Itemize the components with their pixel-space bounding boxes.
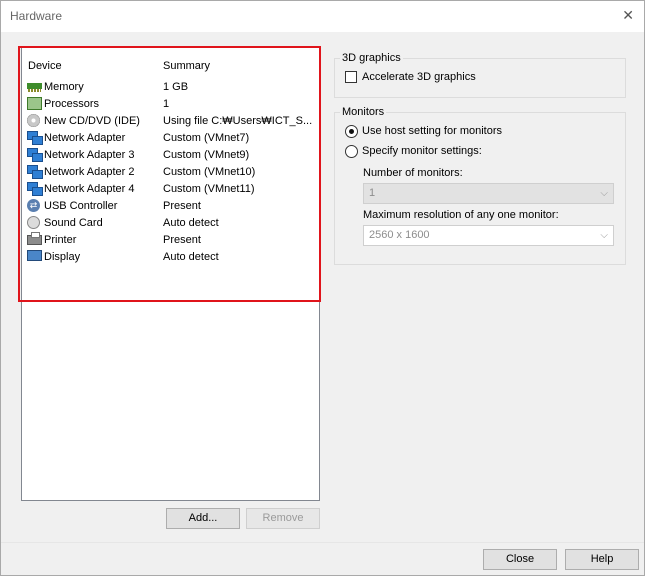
device-name: Network Adapter 3 [44, 149, 135, 161]
column-header-summary[interactable]: Summary [163, 60, 210, 72]
device-row-memory[interactable]: Memory 1 GB [22, 79, 317, 96]
device-summary: Custom (VMnet11) [163, 183, 255, 195]
device-row-network-adapter-2[interactable]: Network Adapter 2 Custom (VMnet10) [22, 164, 317, 181]
device-name: Memory [44, 81, 84, 93]
device-summary: Auto detect [163, 217, 219, 229]
number-of-monitors-label: Number of monitors: [363, 167, 463, 179]
number-of-monitors-select[interactable]: 1 ⌵ [363, 183, 614, 204]
device-summary: 1 GB [163, 81, 189, 93]
network-adapter-icon [27, 148, 43, 162]
display-icon [27, 250, 42, 261]
chevron-down-icon: ⌵ [600, 188, 608, 199]
specify-settings-label[interactable]: Specify monitor settings: [362, 145, 482, 157]
accelerate-3d-label[interactable]: Accelerate 3D graphics [362, 71, 476, 83]
device-summary: Custom (VMnet10) [163, 166, 256, 178]
network-adapter-icon [27, 131, 43, 145]
device-summary: Auto detect [163, 251, 219, 263]
specify-settings-radio[interactable] [345, 145, 358, 158]
device-row-usb-controller[interactable]: ⇄ USB Controller Present [22, 198, 317, 215]
use-host-radio[interactable] [345, 125, 358, 138]
device-row-network-adapter-4[interactable]: Network Adapter 4 Custom (VMnet11) [22, 181, 317, 198]
device-name: Printer [44, 234, 77, 246]
device-name: Sound Card [44, 217, 103, 229]
cd-dvd-icon [27, 114, 40, 127]
close-button[interactable]: Close [483, 549, 557, 570]
max-resolution-select[interactable]: 2560 x 1600 ⌵ [363, 225, 614, 246]
device-summary: Present [163, 234, 201, 246]
chevron-down-icon: ⌵ [600, 230, 608, 241]
window-title: Hardware [10, 9, 63, 23]
device-row-cd-dvd[interactable]: New CD/DVD (IDE) Using file C:₩Users₩ICT… [22, 113, 317, 130]
device-row-processors[interactable]: Processors 1 [22, 96, 317, 113]
device-name: USB Controller [44, 200, 118, 212]
use-host-label[interactable]: Use host setting for monitors [362, 125, 502, 137]
device-row-network-adapter[interactable]: Network Adapter Custom (VMnet7) [22, 130, 317, 147]
max-resolution-value: 2560 x 1600 [369, 229, 430, 241]
device-summary: Using file C:₩Users₩ICT_S... [163, 115, 313, 127]
title-bar: Hardware ✕ [1, 1, 644, 32]
device-row-sound-card[interactable]: Sound Card Auto detect [22, 215, 317, 232]
close-icon[interactable]: ✕ [622, 7, 634, 24]
remove-button[interactable]: Remove [246, 508, 320, 529]
device-name: Display [44, 251, 81, 263]
sound-card-icon [27, 216, 40, 229]
device-name: Network Adapter 2 [44, 166, 135, 178]
footer-divider [1, 542, 644, 543]
device-name: Network Adapter [44, 132, 126, 144]
device-summary: Present [163, 200, 201, 212]
device-name: Network Adapter 4 [44, 183, 135, 195]
network-adapter-icon [27, 165, 43, 179]
column-header-device[interactable]: Device [28, 60, 62, 72]
printer-icon [27, 232, 42, 245]
number-of-monitors-value: 1 [369, 187, 376, 199]
graphics-3d-group-label: 3D graphics [340, 52, 403, 64]
device-list[interactable]: Device Summary Memory 1 GB Processors 1 … [21, 47, 320, 501]
processor-icon [27, 97, 42, 110]
device-row-display[interactable]: Display Auto detect [22, 249, 317, 266]
network-adapter-icon [27, 182, 43, 196]
device-summary: Custom (VMnet7) [163, 132, 250, 144]
help-button[interactable]: Help [565, 549, 639, 570]
device-name: New CD/DVD (IDE) [44, 115, 140, 127]
max-resolution-label: Maximum resolution of any one monitor: [363, 209, 559, 221]
device-row-printer[interactable]: Printer Present [22, 232, 317, 249]
device-summary: 1 [163, 98, 170, 110]
monitors-group-label: Monitors [340, 106, 387, 118]
device-name: Processors [44, 98, 100, 110]
add-button[interactable]: Add... [166, 508, 240, 529]
usb-icon: ⇄ [27, 199, 40, 212]
hardware-dialog: Hardware ✕ Device Summary Memory 1 GB Pr… [0, 0, 645, 576]
device-summary: Custom (VMnet9) [163, 149, 250, 161]
device-row-network-adapter-3[interactable]: Network Adapter 3 Custom (VMnet9) [22, 147, 317, 164]
accelerate-3d-checkbox[interactable] [345, 71, 357, 83]
memory-icon [27, 80, 42, 93]
